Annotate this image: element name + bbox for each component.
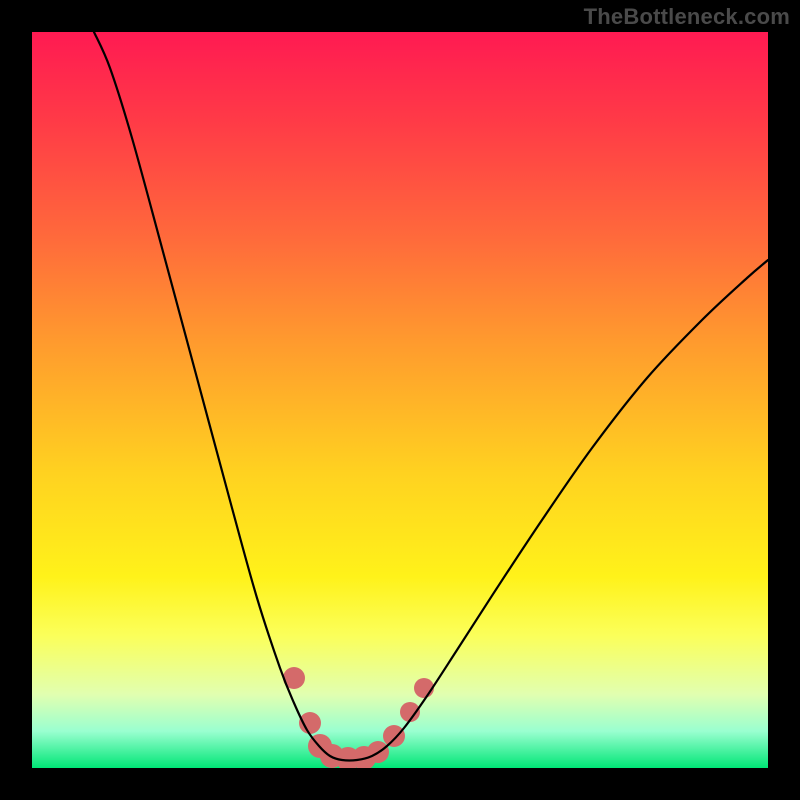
chart-frame [32,32,768,768]
watermark-text: TheBottleneck.com [584,4,790,30]
data-marker [383,725,405,747]
data-marker [414,678,434,698]
bottleneck-curve [94,32,768,761]
plot-svg [32,32,768,768]
